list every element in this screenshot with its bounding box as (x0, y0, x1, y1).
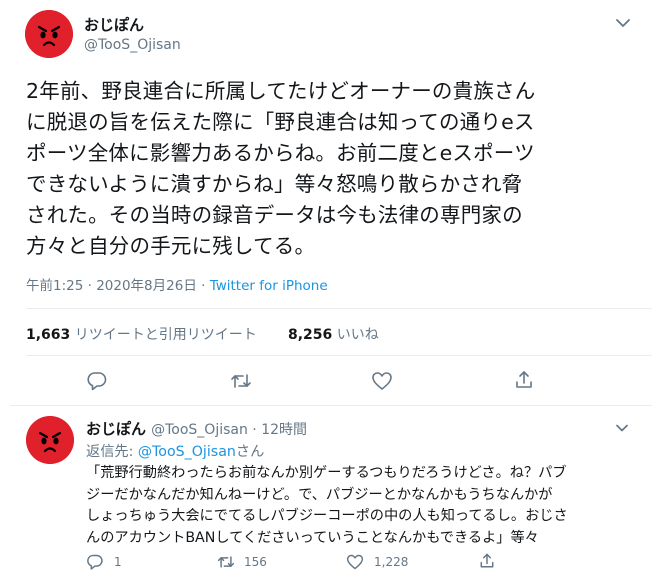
reply-retweet-count: 156 (244, 555, 267, 569)
tweet-timestamp[interactable]: 午前1:25 · 2020年8月26日 · (26, 278, 210, 294)
reply-reply-icon[interactable] (86, 553, 104, 571)
heart-icon[interactable] (371, 370, 393, 392)
reply-handle-time[interactable]: @TooS_Ojisan · 12時間 (151, 422, 307, 438)
reply-to-prefix: 返信先: (86, 444, 138, 460)
display-name[interactable]: おじぽん (84, 14, 144, 35)
reply-header: おじぽん @TooS_Ojisan · 12時間 (86, 418, 307, 439)
chevron-down-icon[interactable] (612, 12, 634, 34)
tweet-text-line: された。その当時の録音データは今も法律の専門家の (26, 203, 523, 227)
tweet-text: 2年前、野良連合に所属してたけどオーナーの貴族さん に脱退の旨を伝えた際に「野良… (26, 76, 646, 262)
share-icon[interactable] (513, 369, 535, 391)
like-label: いいね (336, 327, 379, 343)
tweet-text-line: に脱退の旨を伝えた際に「野良連合は知っての通りeス (26, 110, 535, 134)
retweet-count: 1,663 (26, 327, 71, 343)
angry-face-icon (25, 10, 73, 58)
like-count: 8,256 (288, 327, 333, 343)
reply-retweet-icon[interactable] (216, 553, 236, 571)
tweet-text-line: できないように潰すからね」等々怒鳴り散らかされ脅 (26, 172, 523, 196)
reply-text-line: ジーだかなんだか知んねーけど。で、パブジーとかなんかもうちなんかが (86, 486, 553, 503)
reply-to-handle[interactable]: @TooS_Ojisan (138, 444, 236, 460)
user-handle[interactable]: @TooS_Ojisan (84, 37, 181, 53)
tweet-text-line: 方々と自分の手元に残してる。 (26, 234, 316, 258)
angry-face-icon (26, 416, 74, 464)
divider (26, 355, 652, 356)
reply-chevron-down-icon[interactable] (612, 418, 632, 438)
reply-to: 返信先: @TooS_Ojisanさん (86, 441, 264, 461)
reply-display-name[interactable]: おじぽん (86, 420, 146, 438)
reply-text-line: んのアカウントBANしてくださいっていうことなんかもできるよ」等々 (86, 529, 539, 546)
reply-avatar[interactable] (26, 416, 74, 464)
reply-icon[interactable] (86, 370, 108, 392)
reply-text-line: しょっちゅう大会にでてるしパブジーコーポの中の人も知ってるし。おじさ (86, 508, 568, 524)
tweet-meta: 午前1:25 · 2020年8月26日 · Twitter for iPhone (26, 274, 328, 294)
retweet-label: リツイートと引用リツイート (74, 327, 257, 343)
reply-heart-icon[interactable] (346, 553, 364, 571)
divider (10, 405, 652, 406)
retweet-stats-link[interactable]: 1,663 リツイートと引用リツイート (26, 324, 257, 344)
reply-reply-count: 1 (114, 555, 122, 569)
divider (26, 308, 652, 309)
reply-to-suffix: さん (235, 444, 265, 460)
retweet-icon[interactable] (229, 370, 253, 392)
tweet-text-line: 2年前、野良連合に所属してたけどオーナーの貴族さん (26, 79, 536, 103)
tweet-source-link[interactable]: Twitter for iPhone (210, 278, 328, 294)
reply-text-line: 「荒野行動終わったらお前なんか別ゲーするつもりだろうけどさ。ね？パブ (86, 465, 567, 481)
reply-share-icon[interactable] (478, 552, 496, 570)
reply-text: 「荒野行動終わったらお前なんか別ゲーするつもりだろうけどさ。ね？パブ ジーだかな… (86, 463, 656, 549)
tweet-text-line: ポーツ全体に影響力あるからね。お前二度とeスポーツ (26, 141, 535, 165)
avatar[interactable] (25, 10, 73, 58)
reply-like-count: 1,228 (374, 555, 409, 569)
like-stats-link[interactable]: 8,256 いいね (288, 324, 379, 344)
